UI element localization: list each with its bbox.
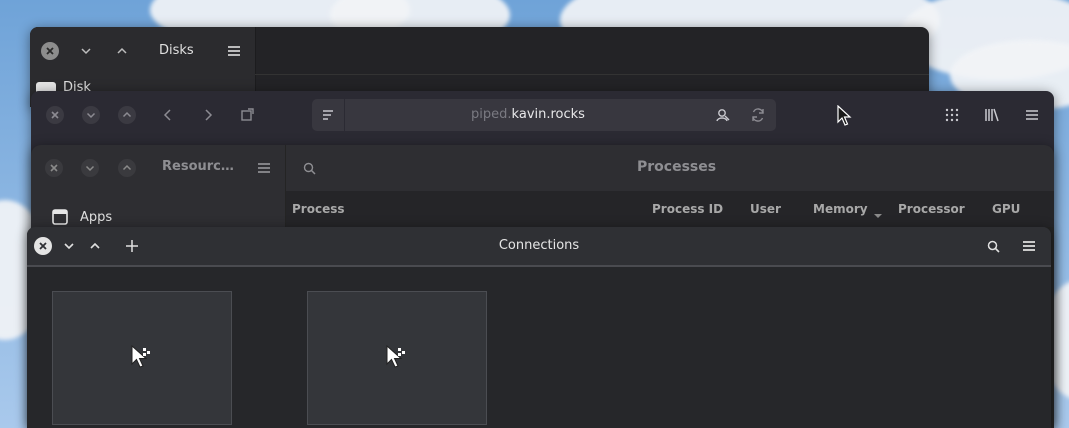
tab-button[interactable] [238,106,256,124]
chevron-down-icon [82,106,100,124]
library-icon [985,108,999,122]
hamburger-menu-icon [228,46,240,56]
reload-icon [752,108,764,122]
grid-dots-icon [945,108,959,122]
connections-headerbar: Connections [27,227,1051,267]
connection-tile[interactable] [307,291,487,425]
column-memory[interactable]: Memory [813,191,868,227]
disks-close-button[interactable] [41,42,59,60]
shield-user-icon [716,109,730,122]
mouse-cursor [834,105,854,127]
sidebar-item-apps[interactable]: Apps [80,210,112,225]
extensions-button[interactable] [943,106,961,124]
connections-title: Connections [498,238,580,253]
chevron-up-icon [118,159,136,177]
search-icon [303,162,316,175]
chevron-down-icon [81,48,91,55]
resources-search-button[interactable] [301,160,317,176]
reader-view-icon [323,110,333,120]
column-processor[interactable]: Processor [898,191,965,227]
connection-tile[interactable] [52,291,232,425]
browser-close-button[interactable] [45,105,65,125]
browser-menu-button[interactable] [1023,106,1041,124]
apps-icon [51,208,69,226]
hamburger-menu-icon [1023,241,1035,251]
resources-close-button[interactable] [44,158,64,178]
close-icon [45,159,63,177]
hamburger-menu-icon [258,163,270,173]
disks-menu-button[interactable] [226,43,242,59]
tracking-protection-button[interactable] [714,106,732,124]
close-icon [46,106,64,124]
reader-view-button[interactable] [320,107,336,123]
disks-minimize-button[interactable] [78,43,94,59]
column-process[interactable]: Process [292,191,345,227]
disks-maximize-button[interactable] [114,43,130,59]
cursor-icon [131,345,150,368]
chevron-up-icon [117,47,127,54]
tab-icon [241,108,254,121]
sort-descending-icon [873,205,883,224]
url-bar[interactable]: piped.kavin.rocks [312,99,776,131]
cursor-icon [386,345,405,368]
chevron-up-icon [118,106,136,124]
resources-sidebar-title: Resourc… [162,159,234,174]
resources-main-title: Processes [637,159,717,175]
forward-button[interactable] [199,106,217,124]
connections-menu-button[interactable] [1021,238,1037,254]
back-arrow-icon [163,109,171,121]
connections-search-button[interactable] [985,238,1001,254]
column-gpu[interactable]: GPU [992,191,1020,227]
reload-button[interactable] [749,106,767,124]
chevron-down-icon [81,159,99,177]
resources-menu-button[interactable] [256,160,272,176]
close-icon [41,42,59,60]
forward-arrow-icon [205,109,213,121]
cursor-icon [837,105,852,126]
resources-minimize-button[interactable] [80,158,100,178]
connections-window: Connections [27,227,1051,428]
disks-title: Disks [159,43,194,58]
url-text[interactable]: piped.kavin.rocks [346,99,710,131]
process-table-header: Process Process ID User Memory Processor… [286,191,1054,227]
browser-minimize-button[interactable] [81,105,101,125]
library-button[interactable] [983,106,1001,124]
search-icon [987,240,1000,253]
back-button[interactable] [159,106,177,124]
column-process-id[interactable]: Process ID [652,191,723,227]
resources-maximize-button[interactable] [117,158,137,178]
hamburger-menu-icon [1026,110,1038,120]
browser-maximize-button[interactable] [117,105,137,125]
column-user[interactable]: User [750,191,781,227]
